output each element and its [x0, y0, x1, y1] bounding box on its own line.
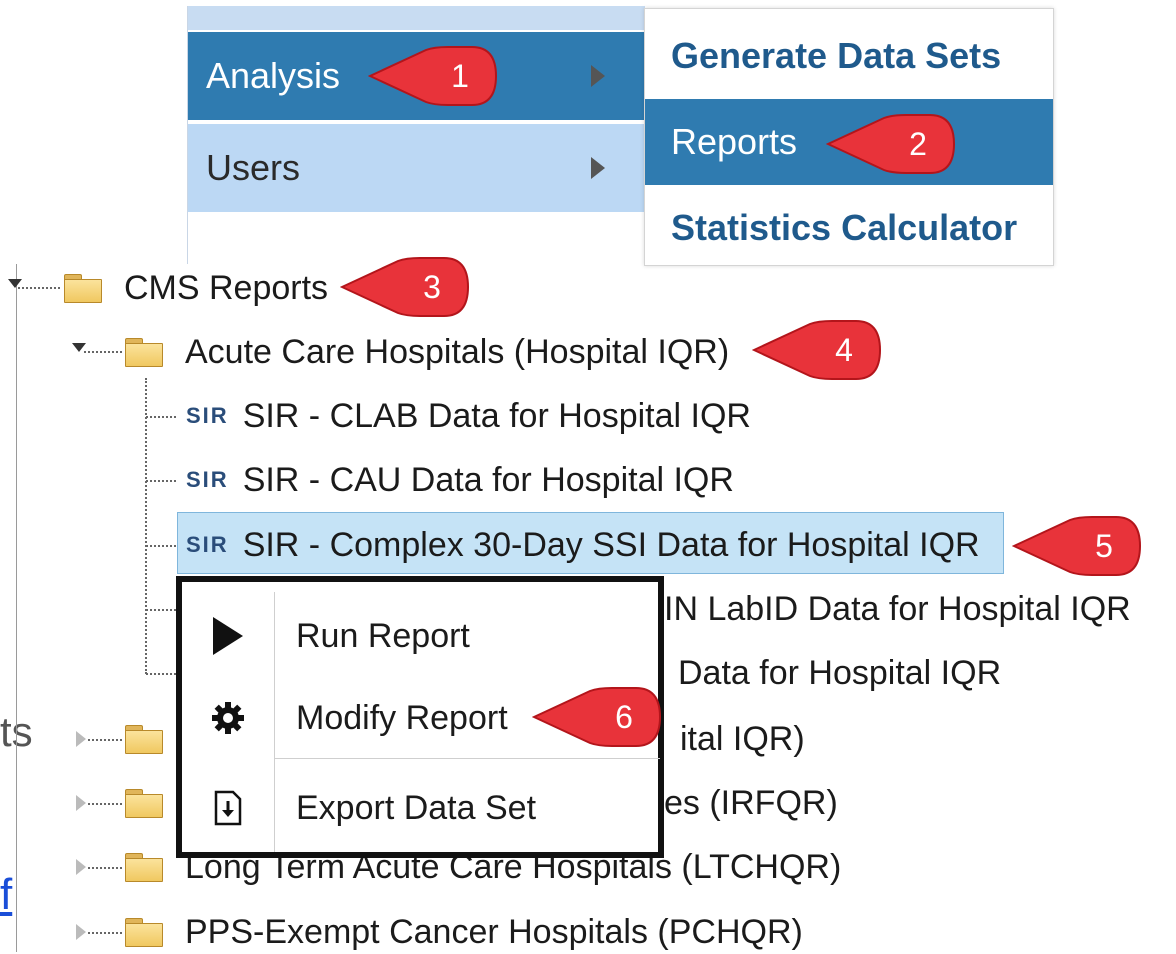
tree-connector	[146, 673, 176, 675]
tree-node-label: Data for Hospital IQR	[678, 653, 1002, 692]
context-menu-label: Export Data Set	[296, 788, 537, 827]
expanded-toggle-icon[interactable]	[8, 279, 22, 288]
callout-number: 2	[909, 126, 927, 162]
tree-node-label: CMS Reports	[124, 268, 329, 307]
tree-node-label: SIR - CLAB Data for Hospital IQR	[242, 396, 751, 435]
tree-folder-pchqr[interactable]: PPS-Exempt Cancer Hospitals (PCHQR)	[125, 910, 803, 954]
callout-number: 1	[451, 58, 469, 94]
tree-node-label: ital IQR)	[680, 719, 805, 758]
tree-report-data[interactable]: Data for Hospital IQR	[678, 651, 1001, 695]
tree-connector	[146, 480, 176, 482]
sir-icon: SIR	[186, 532, 229, 557]
expanded-toggle-icon[interactable]	[72, 343, 86, 352]
folder-icon	[125, 853, 163, 882]
folder-icon	[125, 725, 163, 754]
tree-connector	[88, 932, 122, 934]
tree-folder-label-partial[interactable]: ital IQR)	[680, 717, 805, 761]
submenu-item-label: Generate Data Sets	[671, 35, 1002, 76]
tree-connector	[88, 867, 122, 869]
tree-connector	[18, 287, 60, 289]
tree-node-label: SIR - CAU Data for Hospital IQR	[242, 460, 734, 499]
play-icon	[213, 617, 243, 655]
menu-previous-item[interactable]	[188, 6, 645, 30]
collapsed-toggle-icon[interactable]	[76, 795, 86, 811]
gear-icon	[212, 702, 244, 734]
tree-node-label: IN LabID Data for Hospital IQR	[664, 589, 1131, 628]
tree-folder-cms-reports[interactable]: CMS Reports	[64, 266, 328, 310]
folder-icon	[125, 338, 163, 367]
callout-number: 5	[1095, 528, 1113, 564]
context-menu-label: Modify Report	[296, 698, 508, 737]
callout-marker-4: 4	[752, 319, 884, 381]
submenu-item-label: Reports	[671, 121, 798, 162]
folder-icon	[64, 274, 102, 303]
sir-icon: SIR	[186, 403, 229, 428]
tree-connector	[146, 416, 176, 418]
tree-report-clab[interactable]: SIR SIR - CLAB Data for Hospital IQR	[186, 394, 751, 438]
submenu-arrow-icon	[591, 157, 605, 179]
submenu-item-statistics-calculator[interactable]: Statistics Calculator	[645, 185, 1053, 271]
collapsed-toggle-icon[interactable]	[76, 859, 86, 875]
callout-marker-1: 1	[368, 45, 500, 107]
callout-marker-2: 2	[826, 113, 958, 175]
tree-node-label: SIR - Complex 30-Day SSI Data for Hospit…	[242, 525, 980, 564]
collapsed-toggle-icon[interactable]	[76, 731, 86, 747]
tree-connector	[88, 803, 122, 805]
tree-connector	[145, 378, 147, 674]
context-menu-separator	[274, 758, 660, 759]
callout-marker-3: 3	[340, 256, 472, 318]
background-link-fragment[interactable]: f	[0, 870, 12, 920]
tree-node-label: PPS-Exempt Cancer Hospitals (PCHQR)	[185, 912, 803, 951]
tree-report-complex-ssi[interactable]: SIR SIR - Complex 30-Day SSI Data for Ho…	[186, 523, 980, 567]
tree-report-labid[interactable]: IN LabID Data for Hospital IQR	[664, 587, 1131, 631]
folder-icon	[125, 789, 163, 818]
tree-connector	[146, 609, 176, 611]
tree-folder-acute-care-hospitals[interactable]: Acute Care Hospitals (Hospital IQR)	[125, 330, 729, 374]
tree-connector	[146, 545, 176, 547]
callout-number: 3	[423, 269, 441, 305]
menu-item-users[interactable]: Users	[188, 124, 645, 212]
tree-node-label: Acute Care Hospitals (Hospital IQR)	[185, 332, 730, 371]
tree-connector	[88, 739, 122, 741]
callout-marker-5: 5	[1012, 515, 1144, 577]
submenu-item-generate-data-sets[interactable]: Generate Data Sets	[645, 13, 1053, 99]
folder-icon	[125, 918, 163, 947]
tree-connector	[84, 351, 122, 353]
sir-icon: SIR	[186, 467, 229, 492]
export-icon	[214, 790, 242, 826]
submenu-arrow-icon	[591, 65, 605, 87]
tree-report-cau[interactable]: SIR SIR - CAU Data for Hospital IQR	[186, 458, 734, 502]
context-menu-export-data-set[interactable]: Export Data Set	[182, 768, 658, 848]
tree-folder-label-partial[interactable]: es (IRFQR)	[664, 781, 838, 825]
menu-item-label: Analysis	[206, 55, 341, 96]
callout-number: 4	[835, 332, 853, 368]
callout-number: 6	[615, 699, 633, 735]
tree-node-label: es (IRFQR)	[664, 783, 838, 822]
callout-marker-6: 6	[532, 686, 664, 748]
submenu-item-label: Statistics Calculator	[671, 207, 1018, 248]
context-menu-label: Run Report	[296, 616, 470, 655]
collapsed-toggle-icon[interactable]	[76, 924, 86, 940]
menu-item-label: Users	[206, 147, 301, 188]
context-menu-run-report[interactable]: Run Report	[182, 596, 658, 676]
